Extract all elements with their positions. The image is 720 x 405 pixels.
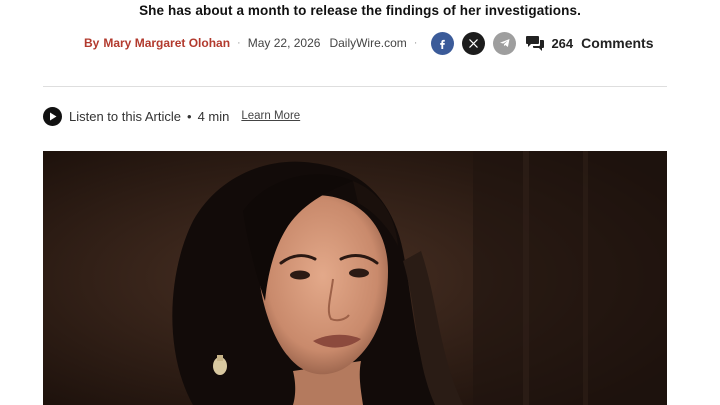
share-buttons xyxy=(431,31,524,55)
telegram-icon xyxy=(499,39,510,47)
byline-separator: · xyxy=(237,37,241,49)
listen-separator: • xyxy=(187,108,192,124)
comments-label: Comments xyxy=(581,35,654,51)
divider xyxy=(43,86,667,87)
article-subheadline: She has about a month to release the fin… xyxy=(139,3,581,18)
share-x-button[interactable] xyxy=(462,31,486,55)
byline-separator: · xyxy=(413,37,418,49)
share-facebook-button[interactable] xyxy=(431,31,455,55)
author-link[interactable]: Mary Margaret Olohan xyxy=(103,36,230,50)
x-icon xyxy=(469,38,479,48)
play-button[interactable] xyxy=(43,106,62,126)
listen-duration: 4 min xyxy=(197,108,230,124)
portrait-photo xyxy=(43,151,667,405)
byline-prefix: By xyxy=(84,36,100,50)
play-icon xyxy=(49,112,56,120)
hero-image xyxy=(43,151,667,405)
publish-date: May 22, 2026 xyxy=(247,36,321,50)
facebook-icon xyxy=(440,39,446,49)
comments-count: 264 xyxy=(551,35,574,51)
learn-more-link[interactable]: Learn More xyxy=(241,110,300,122)
byline: By Mary Margaret Olohan · May 22, 2026 D… xyxy=(84,30,680,56)
comments-link[interactable]: 264 Comments xyxy=(526,35,654,51)
listen-label: Listen to this Article xyxy=(69,108,181,124)
share-telegram-button[interactable] xyxy=(493,31,517,55)
comments-icon xyxy=(526,36,545,51)
source-name: DailyWire.com xyxy=(329,36,407,50)
audio-player: Listen to this Article • 4 min Learn Mor… xyxy=(43,106,300,126)
